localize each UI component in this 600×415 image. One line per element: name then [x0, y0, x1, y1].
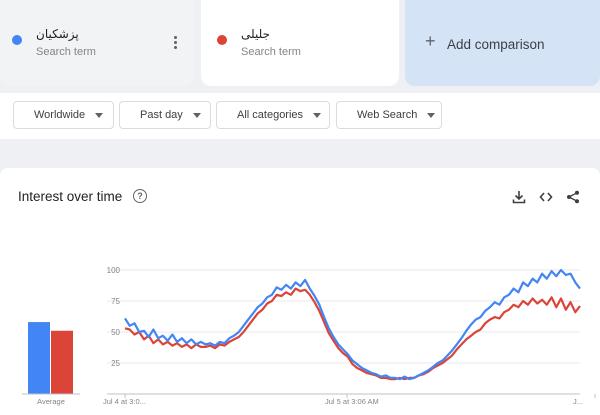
add-comparison-label: Add comparison: [447, 37, 545, 52]
dropdown-arrow-icon: [313, 112, 322, 118]
more-vert-icon[interactable]: [170, 36, 180, 52]
search-term-caption: Search term: [36, 46, 96, 58]
y-tick-label: 25: [111, 359, 120, 368]
y-tick-label: 100: [107, 266, 121, 275]
interest-over-time-panel: Interest over time ? Average 25 50 75 100 Ju…: [0, 168, 600, 415]
search-term-name[interactable]: پزشکیان: [36, 27, 79, 41]
time-range-dropdown[interactable]: Past day: [119, 101, 211, 129]
dropdown-arrow-icon: [427, 112, 436, 118]
x-tick-label: Jul 4 at 3:0...: [103, 397, 146, 406]
filter-bar: Worldwide Past day All categories Web Se…: [0, 93, 600, 139]
y-tick-label: 50: [111, 328, 120, 337]
region-dropdown[interactable]: Worldwide: [13, 101, 114, 129]
chart-gridlines: [107, 269, 596, 398]
y-tick-label: 75: [111, 297, 120, 306]
dropdown-arrow-icon: [95, 112, 104, 118]
series-color-dot: [217, 35, 227, 45]
time-range-label: Past day: [140, 109, 183, 121]
search-type-dropdown[interactable]: Web Search: [336, 101, 442, 129]
dropdown-arrow-icon: [192, 112, 201, 118]
category-dropdown[interactable]: All categories: [216, 101, 330, 129]
average-bar[interactable]: [51, 330, 73, 394]
series-line[interactable]: [124, 287, 581, 381]
chart-labels: 25 50 75 100 Jul 4 at 3:0... Jul 5 at 3:06 AM…: [103, 266, 583, 406]
add-comparison-button[interactable]: + Add comparison: [405, 0, 600, 86]
region-label: Worldwide: [34, 109, 86, 121]
x-tick-label: Jul 5 at 3:06 AM: [325, 397, 379, 406]
series-color-dot: [12, 35, 22, 45]
interest-chart[interactable]: Average 25 50 75 100 Jul 4 at 3:0... Jul 5 at…: [0, 168, 600, 415]
x-tick-label: J...: [573, 397, 583, 406]
search-term-name[interactable]: جلیلی: [241, 27, 270, 41]
search-term-card-1[interactable]: پزشکیان Search term: [0, 0, 194, 86]
plus-icon: +: [425, 31, 436, 51]
search-term-card-2[interactable]: جلیلی Search term: [201, 0, 399, 86]
average-label: Average: [37, 397, 65, 406]
category-label: All categories: [237, 109, 304, 121]
average-bars: Average: [22, 322, 80, 406]
search-term-caption: Search term: [241, 46, 301, 58]
search-type-label: Web Search: [357, 109, 418, 121]
compare-bar: پزشکیان Search term جلیلی Search term + …: [0, 0, 600, 86]
average-bar[interactable]: [28, 322, 50, 394]
